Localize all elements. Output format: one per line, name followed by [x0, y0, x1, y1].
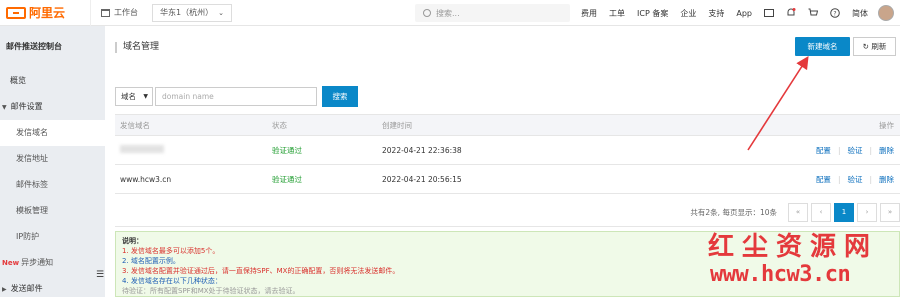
sidebar-group-label: 邮件设置	[10, 102, 43, 111]
sidebar-item-templates[interactable]: 模板管理	[0, 198, 105, 224]
nav-app[interactable]: App	[736, 9, 752, 18]
help-icon[interactable]: ?	[830, 8, 840, 18]
sidebar: 邮件推送控制台 概览 ▼ 邮件设置 发信域名 发信地址 邮件标签 模板管理 IP防…	[0, 26, 105, 297]
col-domain: 发信域名	[120, 120, 150, 130]
delete-link[interactable]: 删除	[879, 146, 894, 155]
aliyun-logo[interactable]: 阿里云	[0, 4, 90, 21]
refresh-label: 刷新	[871, 42, 887, 51]
refresh-icon: ↻	[862, 42, 869, 51]
nav-support[interactable]: 支持	[708, 8, 724, 19]
language-switch[interactable]: 简体	[852, 8, 868, 19]
sidebar-item-mail-tags[interactable]: 邮件标签	[0, 172, 105, 198]
filter-type-value: 域名	[121, 92, 136, 101]
sidebar-item-ip-protection[interactable]: IP防护	[0, 224, 105, 250]
watermark-title: 红尘资源网	[708, 232, 879, 262]
bell-icon[interactable]	[786, 8, 796, 18]
table-header: 发信域名 状态 创建时间 操作	[115, 114, 900, 136]
sidebar-item-send-domain[interactable]: 发信域名	[0, 120, 105, 146]
nav-ticket[interactable]: 工单	[609, 8, 625, 19]
sidebar-group-mail-settings[interactable]: ▼ 邮件设置	[0, 94, 105, 120]
caret-down-icon: ▼	[2, 104, 7, 111]
configure-link[interactable]: 配置	[816, 175, 831, 184]
logo-text: 阿里云	[29, 6, 66, 20]
verify-link[interactable]: 验证	[847, 146, 862, 155]
caret-right-icon: ▶	[2, 286, 7, 293]
nav-icp[interactable]: ICP 备案	[637, 8, 668, 19]
watermark-url: www.hcw3.cn	[710, 262, 851, 287]
actions-cell: 配置 | 验证 | 删除	[815, 174, 894, 184]
current-page-button[interactable]: 1	[834, 203, 854, 222]
pagination: 共有2条, 每页显示：10条 « ‹ 1 › »	[115, 199, 900, 227]
col-created: 创建时间	[382, 120, 412, 130]
aliyun-logo-icon	[6, 6, 26, 19]
prev-page-button[interactable]: ‹	[811, 203, 831, 222]
page-title: 域名管理	[115, 42, 159, 53]
sidebar-title: 邮件推送控制台	[0, 26, 105, 68]
cart-icon[interactable]	[808, 8, 818, 18]
table-row: www.hcw3.cn 验证通过 2022-04-21 20:56:15 配置 |…	[115, 165, 900, 194]
sidebar-item-overview[interactable]: 概览	[0, 68, 105, 94]
region-label: 华东1（杭州）	[160, 8, 214, 17]
refresh-button[interactable]: ↻ 刷新	[853, 37, 896, 56]
verify-link[interactable]: 验证	[847, 175, 862, 184]
sidebar-group-send-label: 发送邮件	[10, 284, 43, 293]
nav-billing[interactable]: 费用	[581, 8, 597, 19]
created-cell: 2022-04-21 22:36:38	[382, 145, 462, 155]
sidebar-group-send-mail[interactable]: ▶ 发送邮件	[0, 276, 105, 302]
actions-cell: 配置 | 验证 | 删除	[815, 145, 894, 155]
sidebar-collapse-icon[interactable]: ☰	[96, 270, 105, 280]
home-icon	[101, 8, 110, 17]
new-domain-button[interactable]: 新建域名	[795, 37, 850, 56]
status-cell: 验证通过	[272, 174, 302, 184]
notice-line-5: 待验证：所有配置SPF和MX处于待验证状态，请去验证。	[122, 287, 300, 295]
top-navbar: 阿里云 工作台 华东1（杭州） ⌄ 搜索... 费用 工单 ICP 备案 企业 …	[0, 0, 900, 26]
workbench-link[interactable]: 工作台	[90, 0, 148, 26]
domain-table: 发信域名 状态 创建时间 操作 验证通过 2022-04-21 22:36:38…	[115, 114, 900, 194]
redacted-domain	[120, 145, 164, 153]
svg-text:?: ?	[833, 11, 836, 18]
col-status: 状态	[272, 120, 287, 130]
avatar[interactable]	[878, 5, 894, 21]
created-cell: 2022-04-21 20:56:15	[382, 174, 462, 184]
domain-cell	[115, 145, 272, 155]
domain-search-input[interactable]	[155, 87, 317, 106]
col-actions: 操作	[879, 120, 894, 130]
next-page-button[interactable]: ›	[857, 203, 877, 222]
sidebar-item-send-address[interactable]: 发信地址	[0, 146, 105, 172]
pagination-summary: 共有2条, 每页显示：10条	[690, 208, 777, 217]
top-nav-right: 费用 工单 ICP 备案 企业 支持 App ? 简体	[575, 0, 900, 26]
first-page-button[interactable]: «	[788, 203, 808, 222]
search-button[interactable]: 搜索	[322, 86, 358, 107]
screen-icon[interactable]	[764, 8, 774, 18]
global-search-input[interactable]: 搜索...	[415, 4, 570, 22]
region-selector[interactable]: 华东1（杭州） ⌄	[152, 3, 232, 22]
sidebar-item-async-notify[interactable]: New 异步通知	[0, 250, 105, 276]
filter-type-select[interactable]: 域名 ▼	[115, 87, 153, 106]
search-icon	[423, 9, 431, 17]
nav-enterprise[interactable]: 企业	[680, 8, 696, 19]
search-placeholder: 搜索...	[436, 8, 460, 18]
status-cell: 验证通过	[272, 145, 302, 155]
sidebar-item-async-label: 异步通知	[21, 258, 54, 267]
workbench-label: 工作台	[114, 8, 138, 17]
configure-link[interactable]: 配置	[816, 146, 831, 155]
caret-down-icon: ▼	[143, 93, 148, 100]
new-badge: New	[2, 259, 20, 267]
last-page-button[interactable]: »	[880, 203, 900, 222]
delete-link[interactable]: 删除	[879, 175, 894, 184]
table-row: 验证通过 2022-04-21 22:36:38 配置 | 验证 | 删除	[115, 136, 900, 165]
chevron-down-icon: ⌄	[218, 8, 224, 17]
domain-cell: www.hcw3.cn	[120, 174, 172, 184]
